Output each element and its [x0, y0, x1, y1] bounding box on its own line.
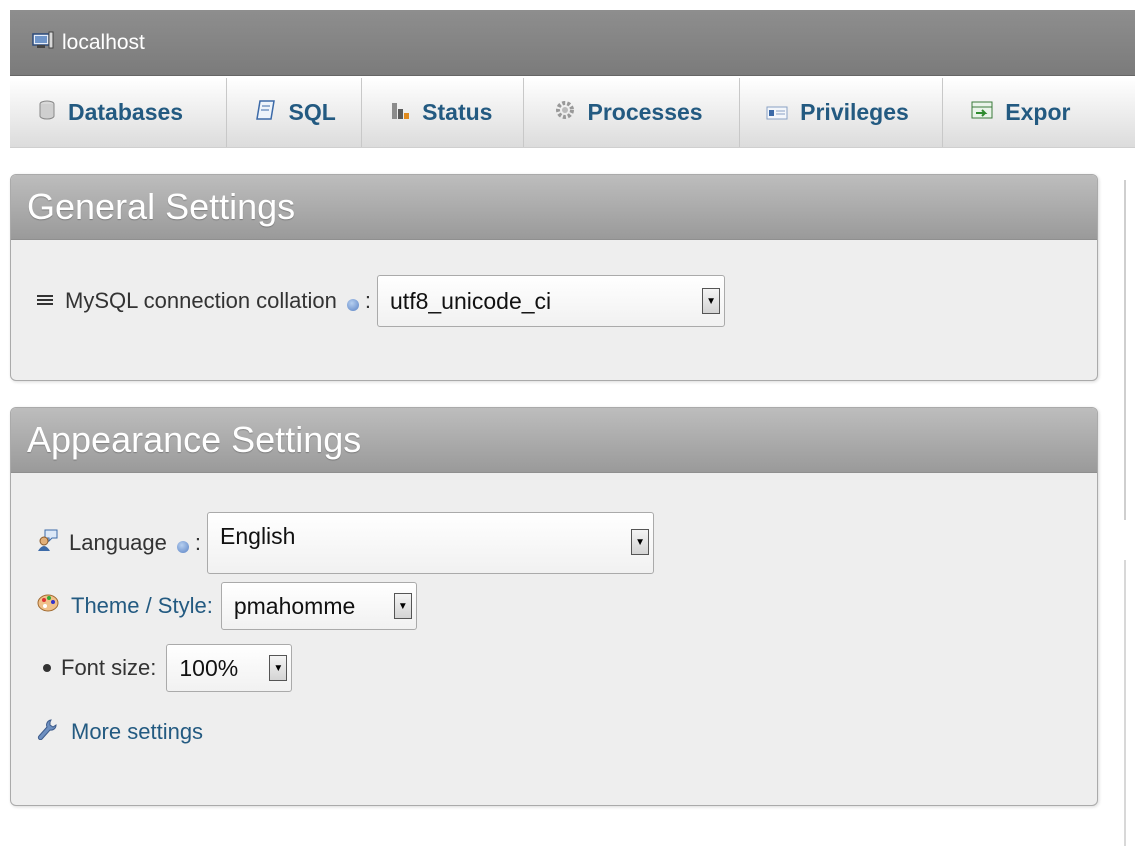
collation-label: MySQL connection collation: [65, 288, 337, 313]
database-icon: [38, 99, 56, 127]
top-navigation: Databases SQL Status Processes Privilege…: [10, 78, 1135, 148]
language-row: Language : English ▼: [37, 512, 655, 574]
tab-processes[interactable]: Processes: [524, 78, 741, 147]
chevron-down-icon: ▼: [631, 529, 650, 555]
server-icon: [32, 31, 54, 54]
tab-export-label: Expor: [1005, 99, 1071, 125]
tab-privileges-label: Privileges: [800, 99, 909, 125]
status-icon: [390, 99, 410, 127]
language-select[interactable]: English ▼: [207, 512, 655, 574]
tab-sql-label: SQL: [288, 99, 336, 125]
theme-link[interactable]: Theme / Style:: [71, 593, 213, 619]
language-colon: :: [194, 530, 202, 555]
collation-row: MySQL connection collation : utf8_unicod…: [37, 275, 726, 327]
privileges-icon: [766, 99, 788, 126]
chevron-down-icon: ▼: [702, 288, 721, 314]
list-icon: [37, 288, 53, 314]
theme-select[interactable]: pmahomme ▼: [220, 582, 417, 630]
appearance-settings-panel: Appearance Settings Language : English ▼: [10, 407, 1098, 806]
right-divider: [1124, 180, 1126, 520]
more-settings-link[interactable]: More settings: [71, 719, 203, 745]
theme-value: pmahomme: [233, 592, 356, 619]
theme-row: Theme / Style: pmahomme ▼: [37, 582, 417, 630]
language-icon: [37, 528, 59, 558]
tab-status-label: Status: [422, 99, 493, 125]
tab-sql[interactable]: SQL: [227, 78, 363, 147]
tab-export[interactable]: Expor: [943, 78, 1135, 147]
fontsize-row: Font size: 100% ▼: [37, 644, 293, 692]
chevron-down-icon: ▼: [393, 593, 412, 619]
collation-value: utf8_unicode_ci: [390, 287, 552, 314]
wrench-icon: [37, 718, 57, 746]
help-icon[interactable]: [176, 541, 189, 553]
tab-processes-label: Processes: [587, 99, 703, 125]
language-value: English: [220, 523, 296, 549]
sql-icon: [255, 99, 277, 127]
fontsize-label: Font size:: [61, 655, 157, 680]
palette-icon: [37, 593, 59, 619]
language-label: Language: [69, 530, 167, 555]
collation-select[interactable]: utf8_unicode_ci ▼: [377, 275, 726, 327]
more-settings-row: More settings: [37, 718, 203, 746]
tab-privileges[interactable]: Privileges: [740, 78, 944, 147]
general-settings-title: General Settings: [11, 175, 1097, 240]
tab-databases[interactable]: Databases: [10, 78, 227, 147]
right-divider-lower: [1124, 560, 1126, 846]
fontsize-select[interactable]: 100% ▼: [166, 644, 293, 692]
help-icon[interactable]: [346, 299, 359, 311]
export-icon: [971, 99, 993, 126]
general-settings-panel: General Settings MySQL connection collat…: [10, 174, 1098, 381]
bullet-icon: [43, 664, 51, 672]
tab-status[interactable]: Status: [362, 78, 524, 147]
collation-colon: :: [364, 288, 372, 313]
processes-icon: [554, 99, 576, 127]
server-breadcrumb-bar: localhost: [10, 10, 1135, 76]
chevron-down-icon: ▼: [269, 655, 288, 681]
appearance-settings-title: Appearance Settings: [11, 408, 1097, 473]
server-link[interactable]: localhost: [62, 31, 145, 55]
fontsize-value: 100%: [179, 654, 239, 681]
tab-databases-label: Databases: [68, 99, 184, 125]
